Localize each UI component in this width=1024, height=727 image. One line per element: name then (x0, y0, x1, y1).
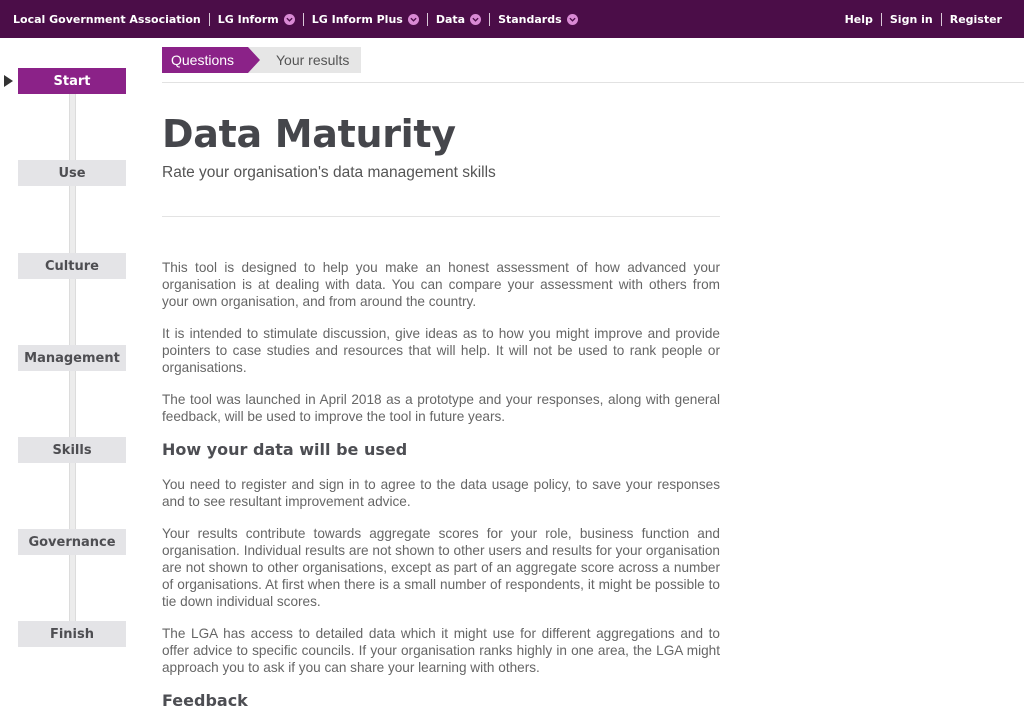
main-content: This tool is designed to help you make a… (162, 259, 720, 727)
help-link[interactable]: Help (845, 13, 873, 26)
register-link[interactable]: Register (950, 13, 1002, 26)
nav-lg-inform-label: LG Inform (217, 12, 279, 26)
top-nav-left: Local Government Association LG Inform L… (13, 0, 578, 38)
current-step-pointer-icon (4, 75, 13, 87)
step-finish[interactable]: Finish (18, 621, 126, 647)
step-start[interactable]: Start (18, 68, 126, 94)
tab-bar-divider (162, 82, 1024, 83)
nav-standards-label: Standards (498, 12, 562, 26)
nav-lg-inform-plus-label: LG Inform Plus (311, 12, 403, 26)
nav-separator (489, 12, 491, 26)
intro-paragraph: It is intended to stimulate discussion, … (162, 326, 720, 375)
page-title: Data Maturity (162, 112, 456, 156)
chevron-down-icon[interactable] (566, 13, 578, 25)
feedback-heading: Feedback (162, 691, 248, 710)
step-management[interactable]: Management (18, 345, 126, 371)
nav-lg-inform-link[interactable]: LG Inform (218, 13, 295, 26)
sign-in-link[interactable]: Sign in (890, 13, 933, 26)
step-governance[interactable]: Governance (18, 529, 126, 555)
tab-questions[interactable]: Questions (162, 47, 260, 73)
nav-separator (208, 12, 210, 26)
section-paragraph: You need to register and sign in to agre… (162, 477, 720, 509)
nav-lga-link[interactable]: Local Government Association (13, 13, 201, 26)
nav-separator (880, 12, 882, 26)
tab-your-results[interactable]: Your results (248, 47, 361, 73)
page-subtitle: Rate your organisation's data management… (162, 164, 496, 181)
chevron-down-icon[interactable] (470, 13, 482, 25)
nav-separator (426, 12, 428, 26)
header-divider (162, 216, 720, 217)
chevron-down-icon[interactable] (407, 13, 419, 25)
nav-separator (940, 12, 942, 26)
page-header: Data Maturity Rate your organisation's d… (162, 112, 720, 217)
nav-lg-inform-plus-link[interactable]: LG Inform Plus (312, 13, 419, 26)
nav-standards-link[interactable]: Standards (498, 13, 578, 26)
step-skills[interactable]: Skills (18, 437, 126, 463)
chevron-down-icon[interactable] (283, 13, 295, 25)
top-navigation-bar: Local Government Association LG Inform L… (0, 0, 1024, 38)
nav-lga-label: Local Government Association (13, 12, 201, 26)
nav-data-label: Data (435, 12, 466, 26)
section-paragraph: The LGA has access to detailed data whic… (162, 626, 720, 675)
top-nav-right: Help Sign in Register (845, 0, 1002, 38)
intro-paragraph: This tool is designed to help you make a… (162, 260, 720, 309)
section-heading: How your data will be used (162, 440, 408, 459)
step-use[interactable]: Use (18, 160, 126, 186)
intro-paragraph: The tool was launched in April 2018 as a… (162, 392, 720, 424)
nav-separator (302, 12, 304, 26)
section-paragraph: Your results contribute towards aggregat… (162, 526, 720, 609)
nav-data-link[interactable]: Data (435, 12, 482, 26)
step-culture[interactable]: Culture (18, 253, 126, 279)
